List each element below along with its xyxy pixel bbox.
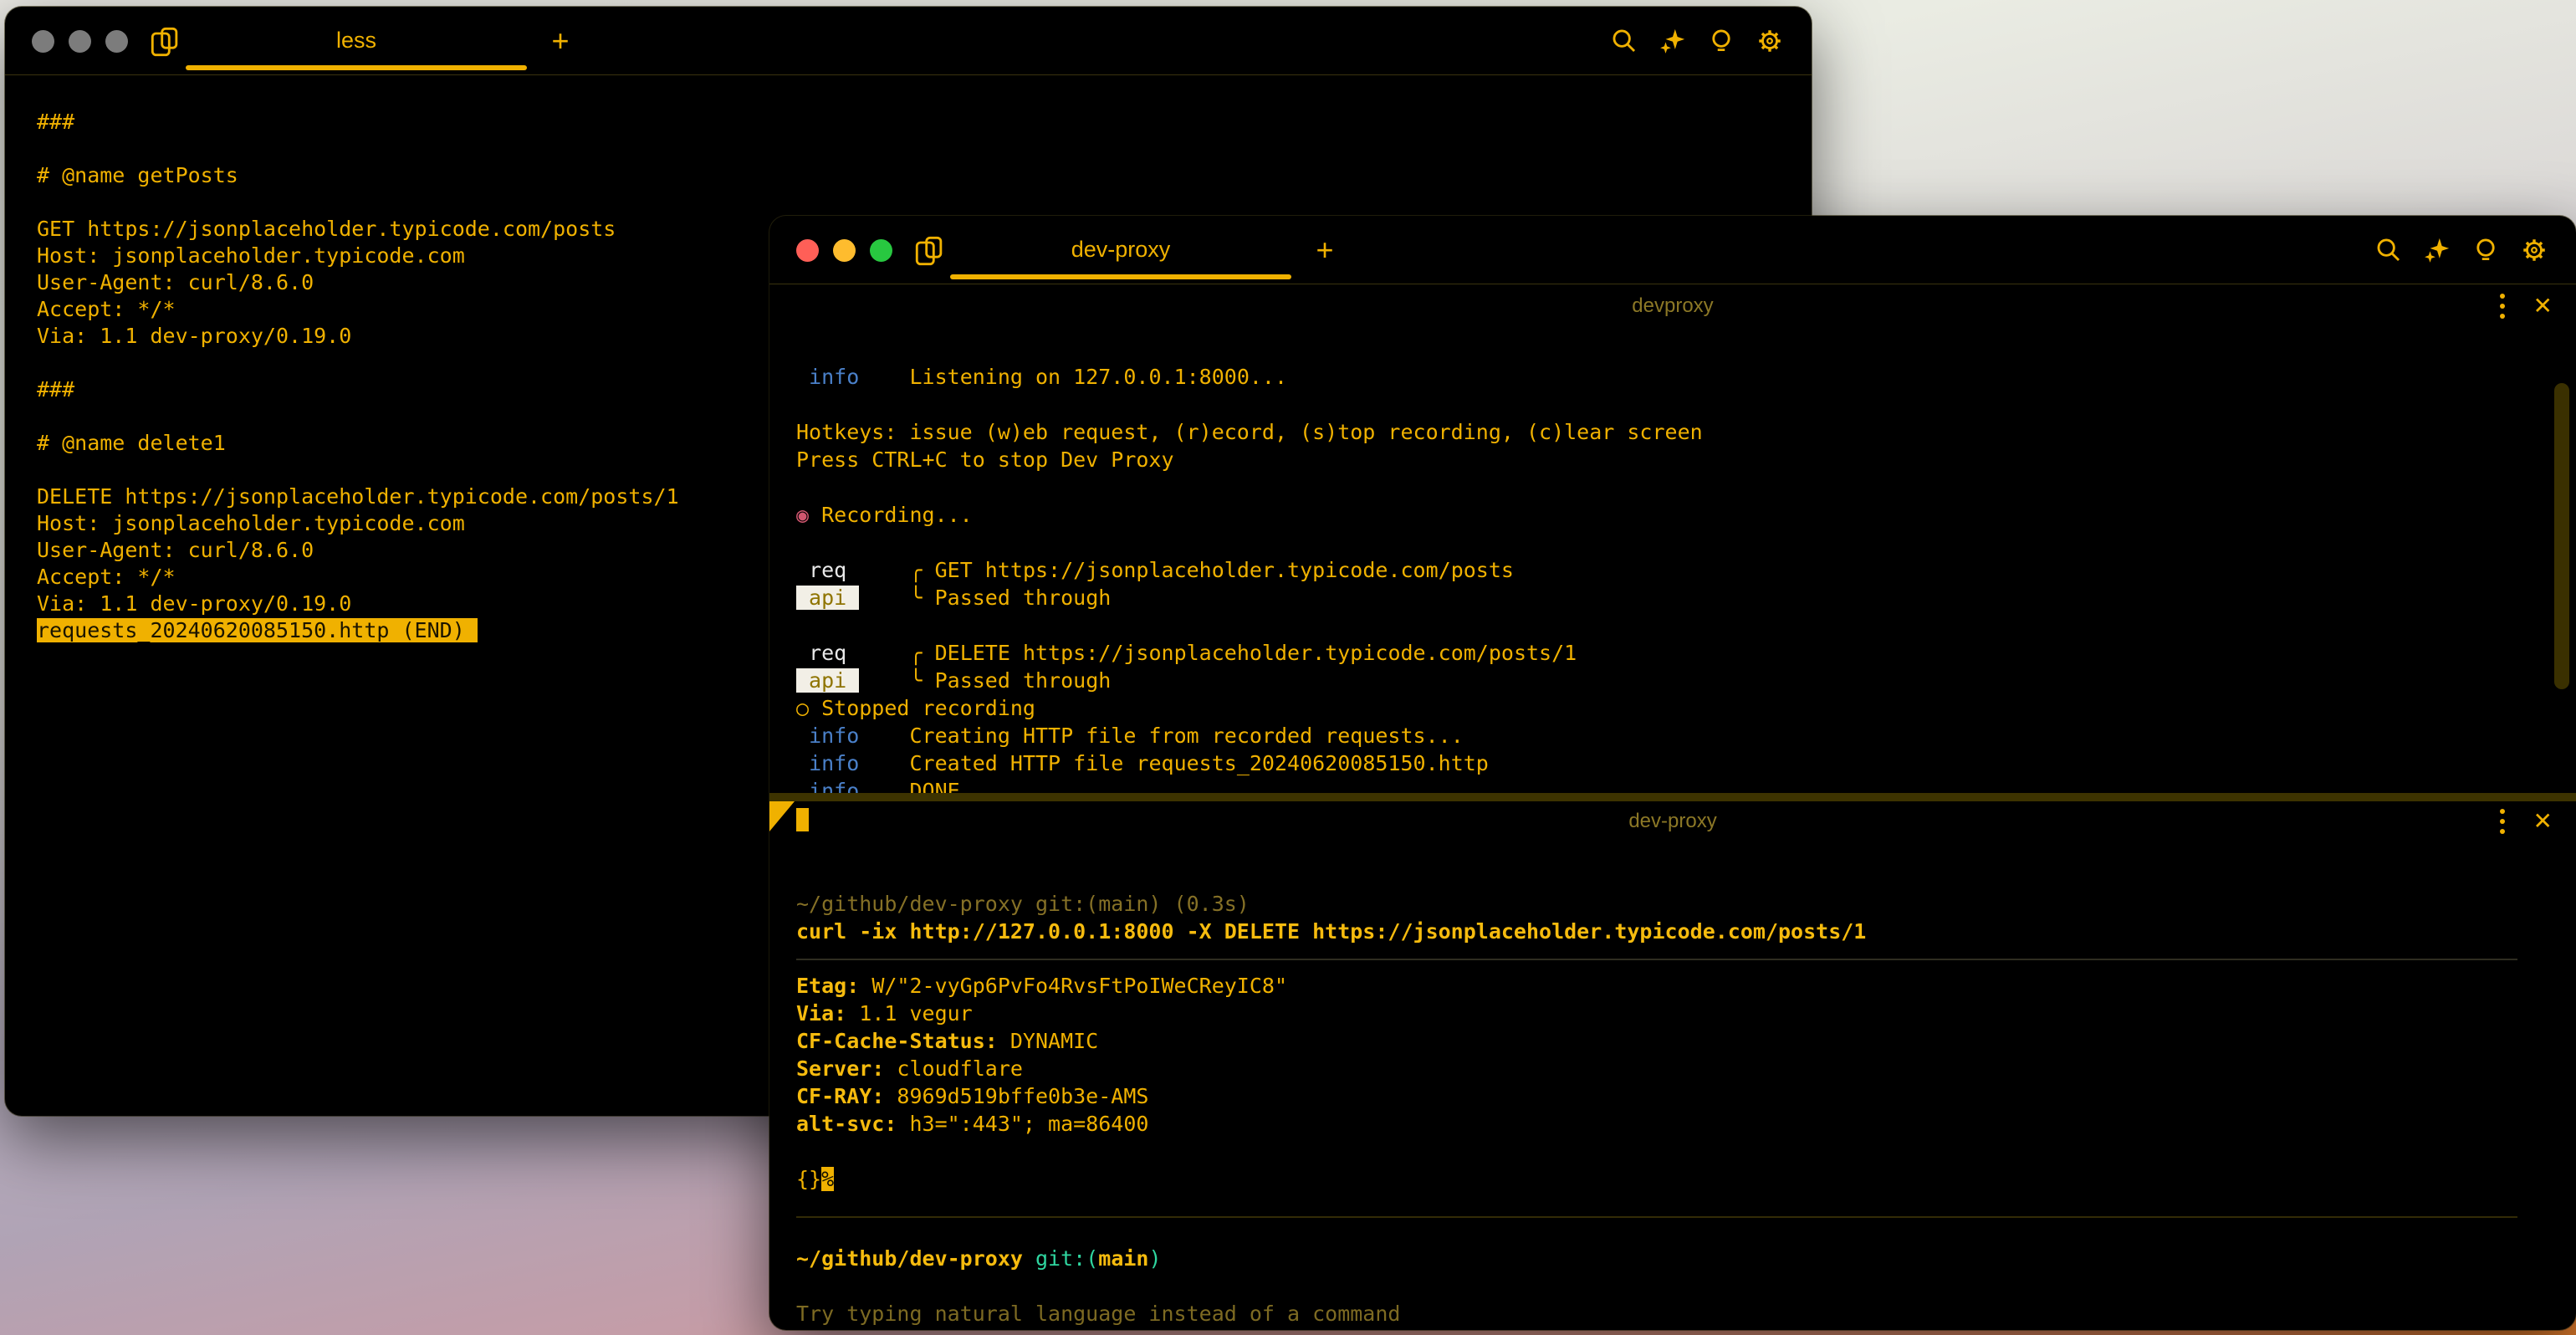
pane-close-icon[interactable]: ✕ [2533,810,2553,833]
close-window-button[interactable] [796,239,819,262]
sidebar-toggle-icon[interactable] [913,234,947,268]
terminal-line: ~/github/dev-proxy git:(main) (0.3s) [796,890,2517,918]
titlebar[interactable]: less + [5,7,1812,75]
terminal-line: Server: cloudflare [796,1055,2517,1082]
tab-dev-proxy[interactable]: dev-proxy [948,216,1293,284]
ai-sparkle-icon[interactable] [2422,235,2452,265]
settings-gear-icon[interactable] [2519,235,2549,265]
active-tab-indicator [950,274,1291,279]
ai-sparkle-icon[interactable] [1658,26,1688,56]
terminal-line: api ╰ Passed through [796,584,2517,611]
terminal-line [796,611,2517,639]
terminal-line: curl -ix http://127.0.0.1:8000 -X DELETE… [796,918,2517,945]
terminal-line [796,529,2517,556]
terminal-line: ○ Stopped recording [796,694,2517,722]
terminal-line: Etag: W/"2-vyGp6PvFo4RvsFtPoIWeCReyIC8" [796,972,2517,1000]
terminal-line: info Listening on 127.0.0.1:8000... [796,363,2517,391]
terminal-line: # @name getPosts [37,162,1795,189]
block-separator [796,959,2517,960]
terminal-line [796,473,2517,501]
new-tab-button[interactable]: + [535,7,585,74]
shell-output: ~/github/dev-proxy git:(main) (0.3s)curl… [769,841,2576,1327]
terminal-line: ~/github/dev-proxy git:(main) [796,1245,2517,1272]
scrollbar-thumb[interactable] [2554,383,2569,689]
terminal-window-dev-proxy: dev-proxy + [769,216,2576,1330]
lightbulb-icon[interactable] [1706,26,1736,56]
lightbulb-icon[interactable] [2471,235,2501,265]
terminal-line: Press CTRL+C to stop Dev Proxy [796,446,2517,473]
devproxy-output: info Listening on 127.0.0.1:8000... Hotk… [769,326,2576,832]
pane-menu-icon[interactable] [2500,294,2505,319]
pane-title: devproxy [769,286,2576,326]
desktop: { "back_window": { "tab_label": "less", … [0,0,2576,1335]
minimize-window-button[interactable] [833,239,856,262]
pane-header: dev-proxy ✕ [769,801,2576,841]
terminal-line [37,189,1795,216]
tab-label: less [336,28,376,54]
terminal-line: alt-svc: h3=":443"; ma=86400 [796,1110,2517,1138]
zoom-window-button[interactable] [870,239,892,262]
terminal-line [37,136,1795,162]
terminal-line: info Creating HTTP file from recorded re… [796,722,2517,749]
terminal-line: Via: 1.1 vegur [796,1000,2517,1027]
pane-divider[interactable] [769,793,2576,801]
titlebar[interactable]: dev-proxy + [769,216,2576,284]
search-icon[interactable] [1609,26,1639,56]
pane-devproxy[interactable]: devproxy ✕ info Listening on 127.0.0.1:8… [769,286,2576,793]
new-tab-button[interactable]: + [1300,216,1350,284]
zoom-window-button[interactable] [105,30,128,53]
terminal-line: ◉ Recording... [796,501,2517,529]
terminal-line: Hotkeys: issue (w)eb request, (r)ecord, … [796,418,2517,446]
tab-label: dev-proxy [1071,237,1171,263]
terminal-line [796,391,2517,418]
active-tab-indicator [186,65,527,70]
tab-less[interactable]: less [184,7,529,74]
terminal-line: CF-Cache-Status: DYNAMIC [796,1027,2517,1055]
pane-shell[interactable]: dev-proxy ✕ ~/github/dev-proxy git:(main… [769,801,2576,1330]
terminal-line [796,1272,2517,1300]
traffic-lights [796,239,892,262]
terminal-line: req ╭ DELETE https://jsonplaceholder.typ… [796,639,2517,667]
terminal-line: api ╰ Passed through [796,667,2517,694]
terminal-line [796,1138,2517,1165]
pane-menu-icon[interactable] [2500,809,2505,834]
terminal-line: ### [37,109,1795,136]
pane-header: devproxy ✕ [769,286,2576,326]
terminal-line: req ╭ GET https://jsonplaceholder.typico… [796,556,2517,584]
block-separator [796,1216,2517,1218]
sidebar-toggle-icon[interactable] [149,25,182,59]
settings-gear-icon[interactable] [1755,26,1785,56]
search-icon[interactable] [2374,235,2404,265]
terminal-line: info Created HTTP file requests_20240620… [796,749,2517,777]
terminal-line: Try typing natural language instead of a… [796,1300,2517,1327]
traffic-lights [32,30,128,53]
pane-close-icon[interactable]: ✕ [2533,294,2553,318]
pane-title: dev-proxy [769,801,2576,841]
close-window-button[interactable] [32,30,54,53]
terminal-line: {}% [796,1165,2517,1193]
terminal-line: CF-RAY: 8969d519bffe0b3e-AMS [796,1082,2517,1110]
minimize-window-button[interactable] [69,30,91,53]
